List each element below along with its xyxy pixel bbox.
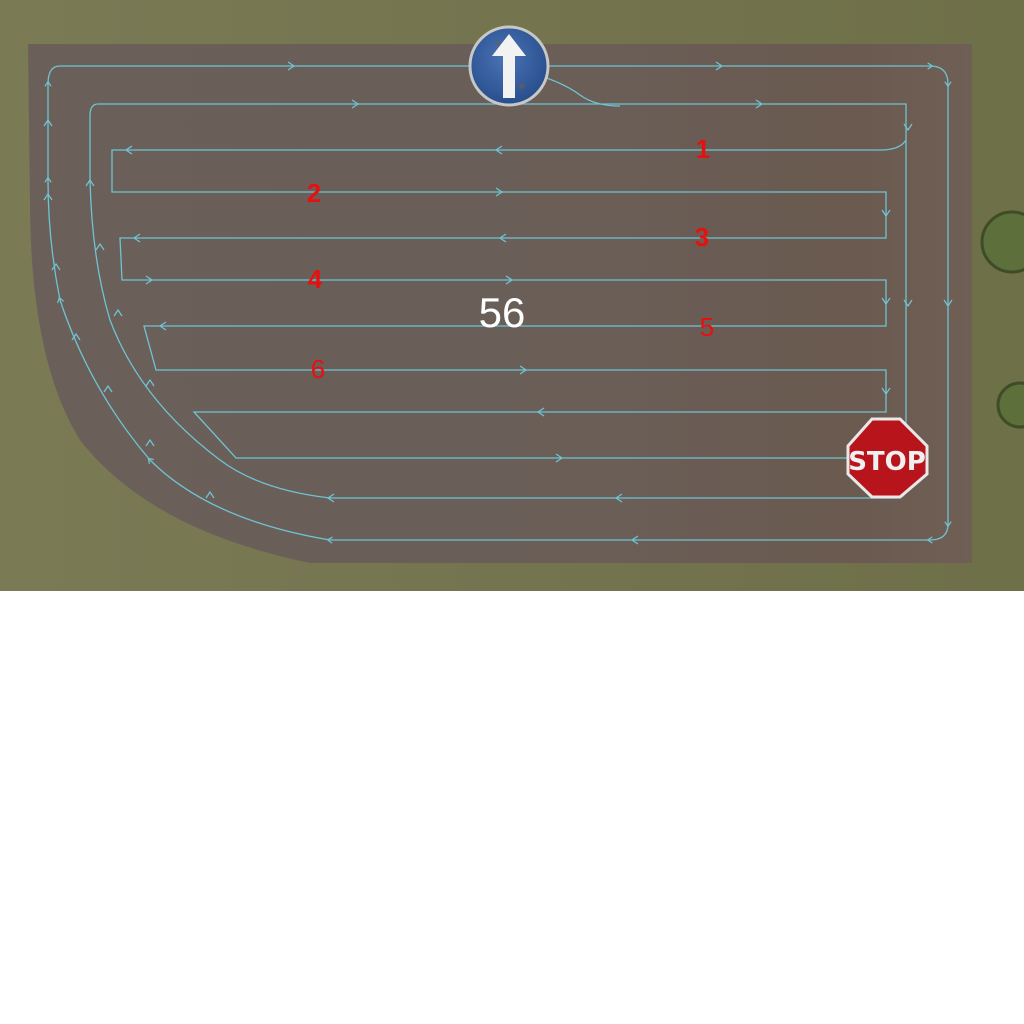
lane-label-5: 5 xyxy=(700,312,714,342)
stop-sign-text: STOP xyxy=(848,447,926,477)
arrow-up-icon xyxy=(468,25,550,107)
lane-label-4: 4 xyxy=(308,264,323,294)
lane-label-2: 2 xyxy=(307,178,321,208)
lane-label-6: 6 xyxy=(311,354,325,384)
lane-label-3: 3 xyxy=(695,222,709,252)
field-number: 56 xyxy=(479,289,526,336)
course-map: 1 2 3 4 5 6 56 STOP xyxy=(0,0,1024,591)
lane-label-1: 1 xyxy=(696,134,710,164)
